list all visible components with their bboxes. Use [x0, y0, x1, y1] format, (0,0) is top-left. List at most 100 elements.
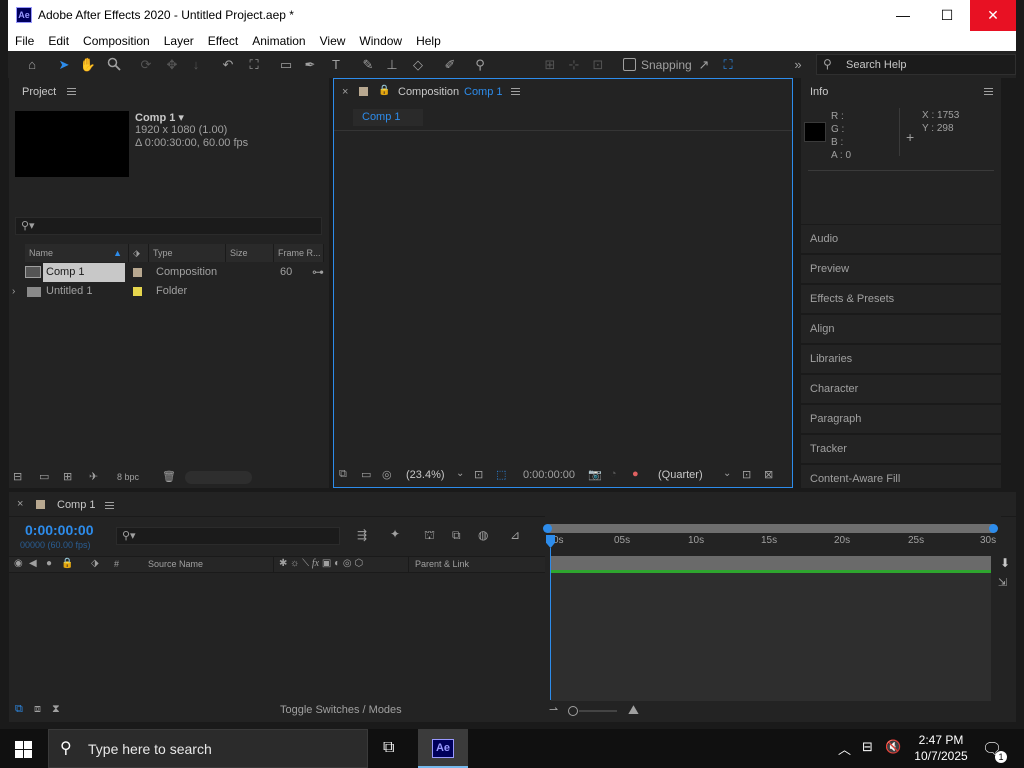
orbit-camera-icon[interactable]: ⟳ — [136, 55, 156, 74]
snap-edges-icon[interactable]: ↗ — [694, 55, 714, 74]
show-snapshot-icon[interactable]: ◔ — [610, 468, 617, 480]
menu-file[interactable]: File — [8, 31, 41, 51]
expand-chevron-icon[interactable]: › — [12, 282, 15, 301]
audio-icon[interactable]: ◀ — [29, 558, 37, 569]
label-color-swatch[interactable] — [133, 287, 142, 296]
frame-blending-icon[interactable]: ⧉ — [452, 528, 461, 543]
parent-link-header[interactable]: Parent & Link — [415, 559, 469, 569]
taskbar-search-box[interactable]: ⚲ Type here to search — [48, 729, 368, 768]
search-help-field[interactable]: ⚲ Search Help — [816, 54, 1016, 75]
interpret-footage-icon[interactable]: ⊟ — [13, 470, 22, 483]
motion-blur-icon[interactable]: ◍ — [478, 528, 488, 542]
layer-bars-area[interactable] — [551, 573, 991, 701]
menu-animation[interactable]: Animation — [245, 31, 312, 51]
panel-character[interactable]: Character — [801, 374, 1001, 403]
panel-paragraph[interactable]: Paragraph — [801, 404, 1001, 433]
new-composition-icon[interactable]: ⊞ — [63, 470, 72, 483]
composition-tab-prefix[interactable]: Composition — [398, 86, 459, 98]
menu-layer[interactable]: Layer — [157, 31, 201, 51]
comp-marker-bin-icon[interactable]: ⬇ — [1000, 556, 1010, 570]
work-area-end-handle[interactable] — [989, 524, 998, 533]
resolution-chevron-icon[interactable]: ⌄ — [723, 468, 731, 479]
zoom-level[interactable]: (23.4%) — [406, 469, 445, 481]
rectangle-tool-icon[interactable]: ▭ — [276, 55, 296, 74]
column-header-size[interactable]: Size — [226, 244, 274, 262]
comp-viewer-tab[interactable]: Comp 1 — [353, 109, 423, 126]
time-zoom-slider-track[interactable] — [579, 710, 617, 712]
info-panel-title[interactable]: Info — [810, 86, 828, 98]
snapping-checkbox[interactable] — [623, 58, 636, 71]
shy-layers-icon[interactable]: ⛫ — [424, 528, 435, 544]
project-search-field[interactable]: ⚲▾ — [15, 217, 322, 235]
rotation-tool-icon[interactable]: ↶ — [218, 55, 238, 74]
hand-tool-icon[interactable]: ✋ — [78, 55, 98, 74]
solo-icon[interactable]: ● — [46, 558, 52, 569]
menu-effect[interactable]: Effect — [201, 31, 245, 51]
always-preview-icon[interactable]: ⧉ — [339, 468, 347, 481]
video-visibility-icon[interactable]: ◉ — [14, 558, 23, 569]
composition-viewer[interactable] — [334, 131, 792, 463]
fast-previews-icon[interactable]: ⊡ — [742, 468, 751, 481]
menu-help[interactable]: Help — [409, 31, 448, 51]
menu-composition[interactable]: Composition — [76, 31, 157, 51]
composition-tab-name[interactable]: Comp 1 — [464, 86, 503, 98]
bpc-button[interactable]: 8 bpc — [117, 472, 139, 482]
label-column-header[interactable]: ⬗ — [129, 244, 149, 262]
panel-effects-presets[interactable]: Effects & Presets — [801, 284, 1001, 313]
mask-visibility-icon[interactable]: ◎ — [382, 468, 392, 481]
new-folder-icon[interactable]: ▭ — [39, 470, 49, 483]
task-view-icon[interactable]: ⧉ — [383, 739, 394, 757]
layer-switches-icon[interactable]: ⧉ — [15, 703, 23, 716]
maximize-button[interactable]: ☐ — [924, 0, 970, 31]
work-area-start-handle[interactable] — [543, 524, 552, 533]
color-channels-icon[interactable]: ● — [632, 468, 639, 480]
panel-preview[interactable]: Preview — [801, 254, 1001, 283]
timeline-panel-menu-icon[interactable] — [105, 502, 114, 509]
toggle-switches-modes[interactable]: Toggle Switches / Modes — [280, 704, 402, 716]
transfer-controls-icon[interactable]: ⧈ — [34, 703, 41, 716]
pen-tool-icon[interactable]: ✒ — [300, 55, 320, 74]
pan-camera-icon[interactable]: ✥ — [162, 55, 182, 74]
dolly-camera-icon[interactable]: ↓ — [186, 55, 206, 74]
column-header-name[interactable]: Name ▲ — [25, 244, 129, 262]
view-axis-icon[interactable]: ⊡ — [588, 55, 608, 74]
current-time[interactable]: 0:00:00:00 — [25, 522, 94, 538]
transparency-grid-icon[interactable]: ⬚ — [496, 468, 506, 481]
switches-header-icons[interactable]: ✱ ☼ ⟍ fx ▣ ◐ ◎ ⬡ — [279, 558, 363, 569]
time-ruler[interactable]: 0s 05s 10s 15s 20s 25s 30s — [553, 535, 996, 551]
panel-audio[interactable]: Audio — [801, 224, 1001, 253]
snap-features-icon[interactable]: ⛶ — [718, 55, 738, 74]
lock-icon[interactable]: 🔒 — [61, 558, 73, 569]
selection-tool-icon[interactable]: ➤ — [54, 55, 74, 74]
close-button[interactable]: ✕ — [970, 0, 1016, 31]
draft-3d-icon[interactable]: ✦ — [390, 527, 400, 541]
zoom-dropdown-chevron-icon[interactable]: ⌄ — [456, 468, 464, 479]
label-tag-icon[interactable]: ⬗ — [91, 558, 99, 569]
menu-view[interactable]: View — [313, 31, 353, 51]
layer-list[interactable] — [9, 574, 545, 701]
local-axis-icon[interactable]: ⊞ — [540, 55, 560, 74]
type-tool-icon[interactable]: T — [326, 55, 346, 74]
monitor-icon[interactable]: ▭ — [361, 468, 371, 481]
snapshot-camera-icon[interactable]: 📷 — [588, 468, 602, 481]
zoom-tool-icon[interactable] — [104, 55, 124, 74]
info-panel-menu-icon[interactable] — [984, 88, 993, 95]
pan-behind-tool-icon[interactable]: ⛶ — [244, 55, 264, 74]
layer-number-header[interactable]: # — [114, 559, 119, 569]
lock-icon[interactable]: 🔒 — [378, 85, 390, 96]
work-area-bar[interactable] — [547, 524, 995, 533]
panel-tracker[interactable]: Tracker — [801, 434, 1001, 463]
column-header-type[interactable]: Type — [149, 244, 226, 262]
windows-start-icon[interactable] — [15, 741, 32, 758]
panel-align[interactable]: Align — [801, 314, 1001, 343]
region-of-interest-icon[interactable]: ⊡ — [474, 468, 483, 481]
resolution-dropdown[interactable]: (Quarter) — [658, 469, 703, 481]
comp-name-header[interactable]: Comp 1 ▾ — [135, 111, 184, 124]
composition-panel-menu-icon[interactable] — [511, 88, 520, 95]
thumbnail-size-slider[interactable] — [185, 471, 252, 484]
puppet-pin-tool-icon[interactable]: ⚲ — [470, 55, 490, 74]
composition-mini-flowchart-icon[interactable]: ⇶ — [357, 528, 367, 542]
project-panel-title[interactable]: Project — [22, 86, 56, 98]
project-panel-menu-icon[interactable] — [67, 88, 76, 95]
taskbar-clock-time[interactable]: 2:47 PM — [911, 733, 971, 747]
